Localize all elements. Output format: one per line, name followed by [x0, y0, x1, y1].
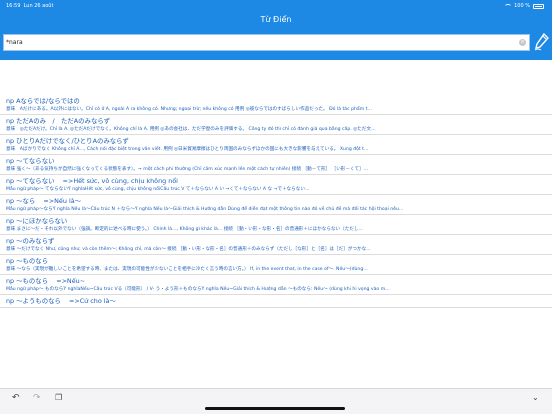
battery-icon: [533, 3, 544, 9]
list-item[interactable]: np ～てならない意味 強く～（ある気持ちが自然に強くなってくる状態を表す）。→…: [0, 155, 552, 175]
page-title: Từ Điển: [260, 15, 292, 24]
entry-definition: 意味 強く～（ある気持ちが自然に強くなってくる状態を表す）。→ một cách…: [6, 167, 369, 172]
list-item[interactable]: np ～にほかならない意味 まさに～だ・それ以外でない（強調。断定的に述べる時に…: [0, 215, 552, 235]
header-bar: 16:59 Lun 26 août 100 % Từ Điển ×: [0, 0, 552, 60]
copy-icon[interactable]: ❐: [55, 393, 62, 402]
entry-definition: Mẫu ngữ pháp～ ものならÝ nghĩaNếu~Cấu trúc Vる…: [6, 287, 390, 292]
entry-headword: np ～のみならず: [6, 237, 55, 245]
chevron-down-icon[interactable]: ⌄: [532, 393, 539, 402]
entry-definition: 意味 ～なら（実現が難しいことを希望する時、または、実現の可能性が少ないことを相…: [6, 267, 368, 272]
time-text: 16:59: [6, 3, 21, 9]
entry-headword: np ひとりAだけでなく/ひとりAのみならず: [6, 137, 129, 145]
entry-definition: 意味 Aばかりでなく Không chỉ A…, Cách nói đặc bi…: [6, 147, 369, 152]
entry-headword: np ただAのみ / ただAのみならず: [6, 117, 110, 125]
entry-headword: np ～てならない: [6, 157, 55, 165]
entry-definition: Mẫu ngữ pháp～ てならないÝ nghĩaHết sức, vô cù…: [6, 187, 310, 192]
entry-headword: np ～ものなら =>Nếu~: [6, 277, 86, 285]
list-item[interactable]: np ～ものなら意味 ～なら（実現が難しいことを希望する時、または、実現の可能性…: [0, 255, 552, 275]
list-item[interactable]: np ～てならない =>Hết sức, vô cùng, chịu không…: [0, 175, 552, 195]
list-item[interactable]: np ～のみならず意味 ～だけでなく Như, cũng như, và còn…: [0, 235, 552, 255]
undo-icon[interactable]: ↶: [12, 393, 20, 403]
redo-icon[interactable]: ↷: [33, 393, 41, 403]
clear-icon[interactable]: ×: [519, 39, 526, 46]
results-list: np Aならでは/ならではの意味 Aだけにある。A以外にはない。Chỉ có ở…: [0, 95, 552, 308]
search-box[interactable]: ×: [3, 34, 530, 51]
list-item[interactable]: np ひとりAだけでなく/ひとりAのみならず意味 Aばかりでなく Không c…: [0, 135, 552, 155]
entry-definition: 意味 ◎ただAだけ。Chỉ là A. ◎ただAだけでなく。Không chỉ …: [6, 127, 376, 132]
entry-headword: np ～てならない =>Hết sức, vô cùng, chịu không…: [6, 177, 178, 185]
search-input[interactable]: [6, 36, 506, 49]
list-item[interactable]: np ～ものなら =>Nếu~ Mẫu ngữ pháp～ ものならÝ nghĩa…: [0, 275, 552, 295]
entry-headword: np ～なら =>Nếu là～: [6, 197, 82, 205]
entry-definition: 意味 ～だけでなく Như, cũng như, và còn thêm～; K…: [6, 247, 371, 252]
entry-headword: np ～ものなら: [6, 257, 49, 265]
wifi-icon: [505, 4, 512, 8]
home-indicator: [205, 407, 345, 410]
entry-headword: np Aならでは/ならではの: [6, 97, 80, 105]
entry-headword: np ～ようものなら =>Cứ cho là～: [6, 297, 116, 305]
list-item[interactable]: np Aならでは/ならではの意味 Aだけにある。A以外にはない。Chỉ có ở…: [0, 95, 552, 115]
entry-headword: np ～にほかならない: [6, 217, 68, 225]
entry-definition: Mẫu ngữ pháp～ならÝ nghĩa Nếu là～Cấu trúc N…: [6, 207, 404, 212]
list-item[interactable]: np ただAのみ / ただAのみならず意味 ◎ただAだけ。Chỉ là A. ◎…: [0, 115, 552, 135]
date-text: Lun 26 août: [23, 3, 54, 9]
app-window: 16:59 Lun 26 août 100 % Từ Điển × np Aなら…: [0, 0, 552, 414]
bottom-toolbar: ↶ ↷ ❐ ⌄: [0, 388, 552, 414]
entry-definition: 意味 まさに～だ・それ以外でない（強調。断定的に述べる時に使う。） Chính …: [6, 227, 364, 232]
list-item[interactable]: np ～なら =>Nếu là～ Mẫu ngữ pháp～ならÝ nghĩa N…: [0, 195, 552, 215]
list-item[interactable]: np ～ようものなら =>Cứ cho là～: [0, 295, 552, 308]
entry-definition: 意味 Aだけにある。A以外にはない。Chỉ có ở A, ngoài A ra…: [6, 107, 373, 112]
pen-icon[interactable]: [533, 32, 550, 52]
